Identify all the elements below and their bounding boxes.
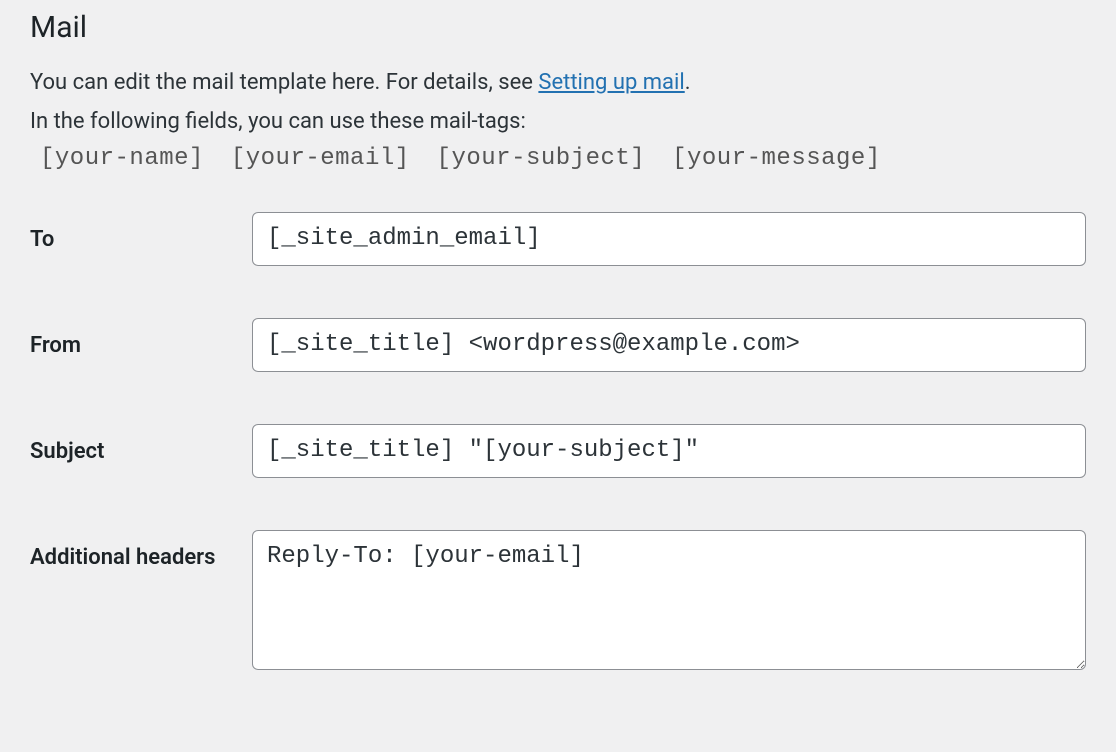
mail-tags-list: [your-name] [your-email] [your-subject] …	[30, 145, 1086, 172]
intro-line-1: You can edit the mail template here. For…	[30, 65, 1086, 100]
intro-suffix: .	[685, 70, 691, 95]
from-label: From	[30, 318, 252, 363]
to-row: To	[30, 212, 1086, 266]
intro-line-2: In the following fields, you can use the…	[30, 104, 1086, 139]
subject-label: Subject	[30, 424, 252, 469]
additional-headers-row: Additional headers Reply-To: [your-email…	[30, 530, 1086, 670]
from-input[interactable]	[252, 318, 1086, 372]
setting-up-mail-link[interactable]: Setting up mail	[538, 70, 684, 95]
additional-headers-label: Additional headers	[30, 530, 252, 575]
intro-prefix: You can edit the mail template here. For…	[30, 70, 538, 95]
to-label: To	[30, 212, 252, 257]
subject-input[interactable]	[252, 424, 1086, 478]
to-input[interactable]	[252, 212, 1086, 266]
from-row: From	[30, 318, 1086, 372]
mail-section-title: Mail	[30, 10, 1086, 45]
additional-headers-textarea[interactable]: Reply-To: [your-email]	[252, 530, 1086, 670]
subject-row: Subject	[30, 424, 1086, 478]
